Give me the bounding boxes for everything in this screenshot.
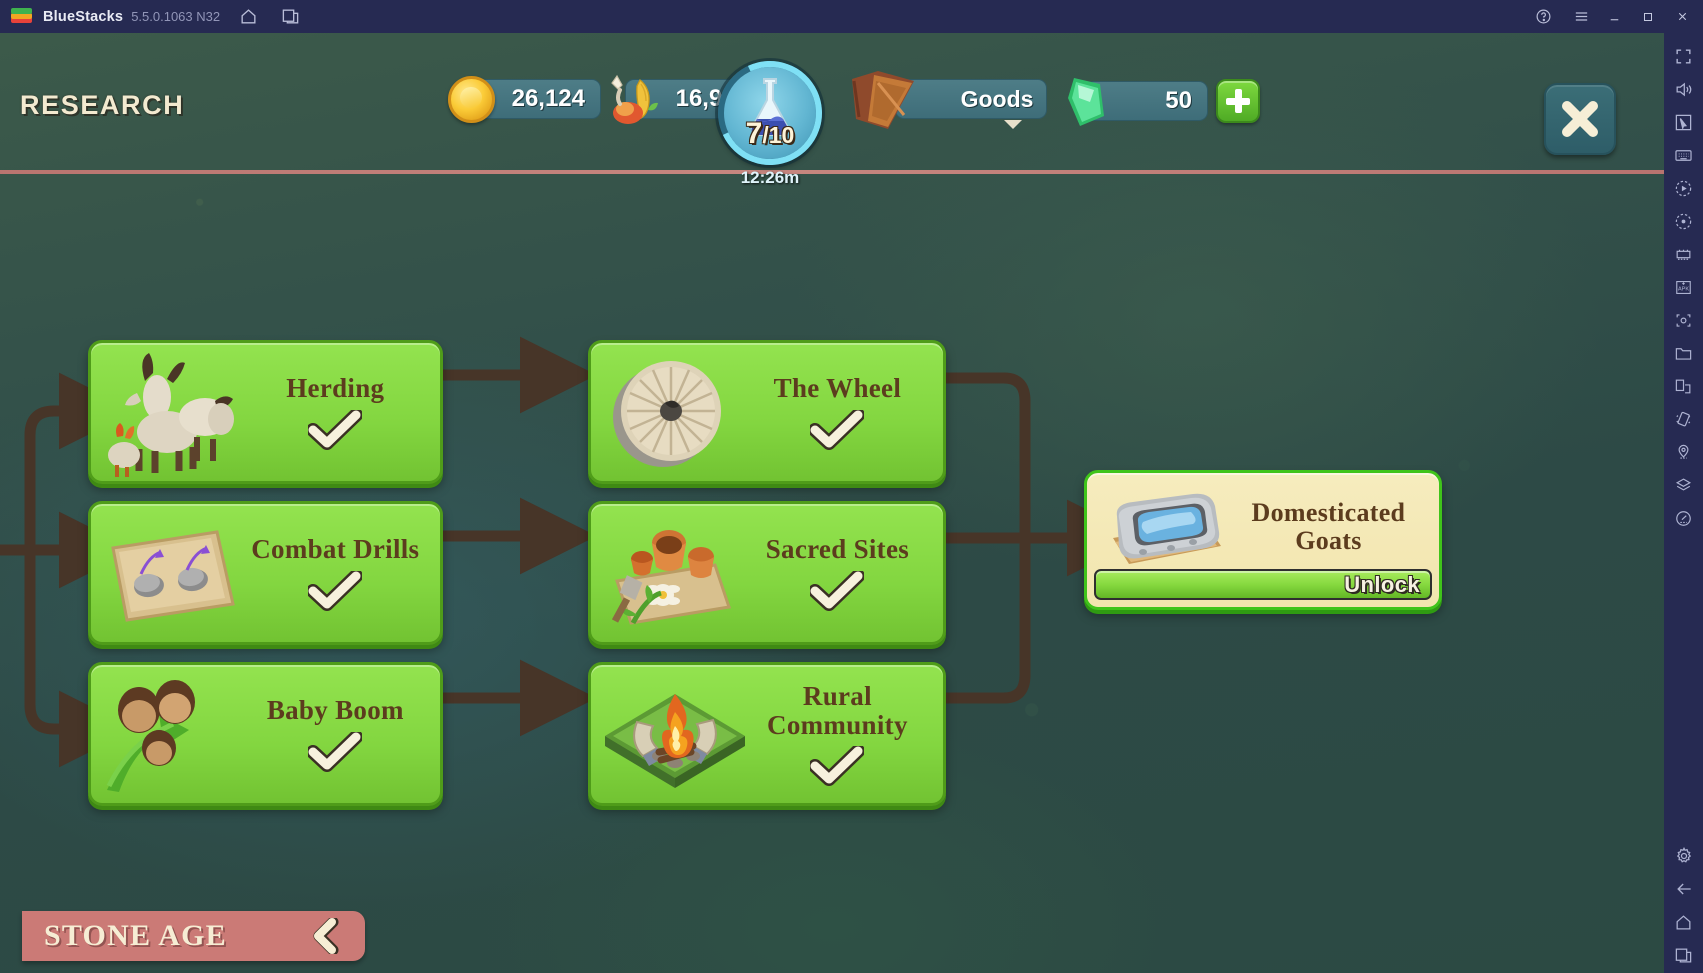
research-card-combat-drills[interactable]: Combat Drills <box>88 501 443 645</box>
card-title: Herding <box>286 373 385 404</box>
bluestacks-logo-icon <box>11 6 32 27</box>
research-timer: 12:26m <box>740 168 800 187</box>
resource-gems[interactable]: 50 <box>1068 78 1208 126</box>
maximize-button[interactable] <box>1633 2 1663 32</box>
bluestacks-sidebar: APK <box>1664 33 1703 973</box>
gem-icon <box>1068 78 1104 126</box>
multi-instance-manager-icon[interactable] <box>1669 239 1699 269</box>
research-card-sacred-sites[interactable]: Sacred Sites <box>588 501 946 645</box>
app-version: 5.5.0.1063 N32 <box>131 9 221 24</box>
card-title: Sacred Sites <box>765 534 910 565</box>
resource-gems-group: 50 <box>1068 78 1260 126</box>
minimize-button[interactable] <box>1599 2 1629 32</box>
chevron-left-icon[interactable] <box>311 918 341 954</box>
back-icon[interactable] <box>1669 874 1699 904</box>
resource-goods[interactable]: Goods <box>852 71 1047 129</box>
menu-icon[interactable] <box>1567 3 1595 31</box>
age-label: STONE AGE <box>44 919 227 952</box>
home-icon[interactable] <box>1669 907 1699 937</box>
page-title: RESEARCH <box>20 90 185 120</box>
check-icon <box>810 746 865 787</box>
close-window-button[interactable] <box>1667 2 1697 32</box>
card-title: The Wheel <box>773 373 902 404</box>
media-folder-icon[interactable] <box>1669 338 1699 368</box>
bluestacks-titlebar: BlueStacks 5.5.0.1063 N32 <box>0 0 1703 33</box>
chevron-down-icon[interactable] <box>1004 120 1022 129</box>
install-apk-icon[interactable]: APK <box>1669 272 1699 302</box>
home-icon[interactable] <box>234 3 262 31</box>
keyboard-icon[interactable] <box>1669 140 1699 170</box>
offering-art <box>611 530 731 625</box>
research-card-domesticated-goats[interactable]: Domesticated Goats Unlock <box>1084 470 1442 610</box>
goats-art <box>108 353 234 477</box>
app-name: BlueStacks <box>43 8 124 25</box>
svg-text:APK: APK <box>1678 286 1689 292</box>
gyroscope-icon[interactable] <box>1669 503 1699 533</box>
help-icon[interactable] <box>1529 3 1557 31</box>
goods-label: Goods <box>960 85 1034 112</box>
settings-icon[interactable] <box>1669 841 1699 871</box>
location-icon[interactable] <box>1669 437 1699 467</box>
macro-record-icon[interactable] <box>1669 173 1699 203</box>
volume-icon[interactable] <box>1669 74 1699 104</box>
check-icon <box>308 731 363 772</box>
research-points-meter[interactable]: 7/10 12:26m <box>703 46 837 188</box>
tablet-art <box>111 530 235 622</box>
resource-coins[interactable]: 26,124 <box>448 76 601 123</box>
age-banner[interactable]: STONE AGE <box>22 911 365 961</box>
game-viewport: RESEARCH 26,124 16,948 7/10 12:26m Goods… <box>0 33 1664 973</box>
rotate-screen-icon[interactable] <box>1669 371 1699 401</box>
gems-value: 50 <box>1165 87 1192 114</box>
layers-icon[interactable] <box>1669 470 1699 500</box>
unlock-label: Unlock <box>1344 571 1420 597</box>
coins-value: 26,124 <box>511 85 585 112</box>
crate-icon <box>852 71 914 129</box>
points-current: 7 <box>745 117 763 150</box>
check-icon <box>308 409 363 450</box>
recents-icon[interactable] <box>1669 940 1699 970</box>
card-title: Baby Boom <box>266 695 404 726</box>
research-tree: Herding The Wheel Combat Drills Sacred S… <box>0 33 1664 973</box>
fullscreen-icon[interactable] <box>1669 41 1699 71</box>
check-icon <box>308 570 363 611</box>
research-card-rural-community[interactable]: Rural Community <box>588 662 946 806</box>
coin-icon <box>448 76 495 123</box>
wheel-art <box>613 361 721 467</box>
card-title: Rural Community <box>767 680 908 740</box>
research-card-the-wheel[interactable]: The Wheel <box>588 340 946 484</box>
research-card-baby-boom[interactable]: Baby Boom <box>88 662 443 806</box>
research-card-herding[interactable]: Herding <box>88 340 443 484</box>
research-points-count: 7/10 <box>746 117 795 151</box>
add-gems-button[interactable] <box>1216 79 1260 123</box>
check-icon <box>810 570 865 611</box>
close-research-button[interactable] <box>1544 83 1616 155</box>
screenshot-icon[interactable] <box>1669 305 1699 335</box>
macro-play-icon[interactable] <box>1669 206 1699 236</box>
flask-dial: 7/10 <box>703 46 837 180</box>
card-title: Combat Drills <box>251 534 420 565</box>
multi-instance-icon[interactable] <box>276 3 304 31</box>
close-icon <box>1562 101 1598 137</box>
shake-icon[interactable] <box>1669 404 1699 434</box>
check-icon <box>810 409 865 450</box>
campfire-art <box>605 694 745 788</box>
cursor-icon[interactable] <box>1669 107 1699 137</box>
points-max: 10 <box>768 122 795 148</box>
food-icon <box>611 74 658 124</box>
people-art <box>106 680 195 792</box>
card-title: Domesticated Goats <box>1251 498 1406 555</box>
unlock-button[interactable]: Unlock <box>1094 569 1432 600</box>
